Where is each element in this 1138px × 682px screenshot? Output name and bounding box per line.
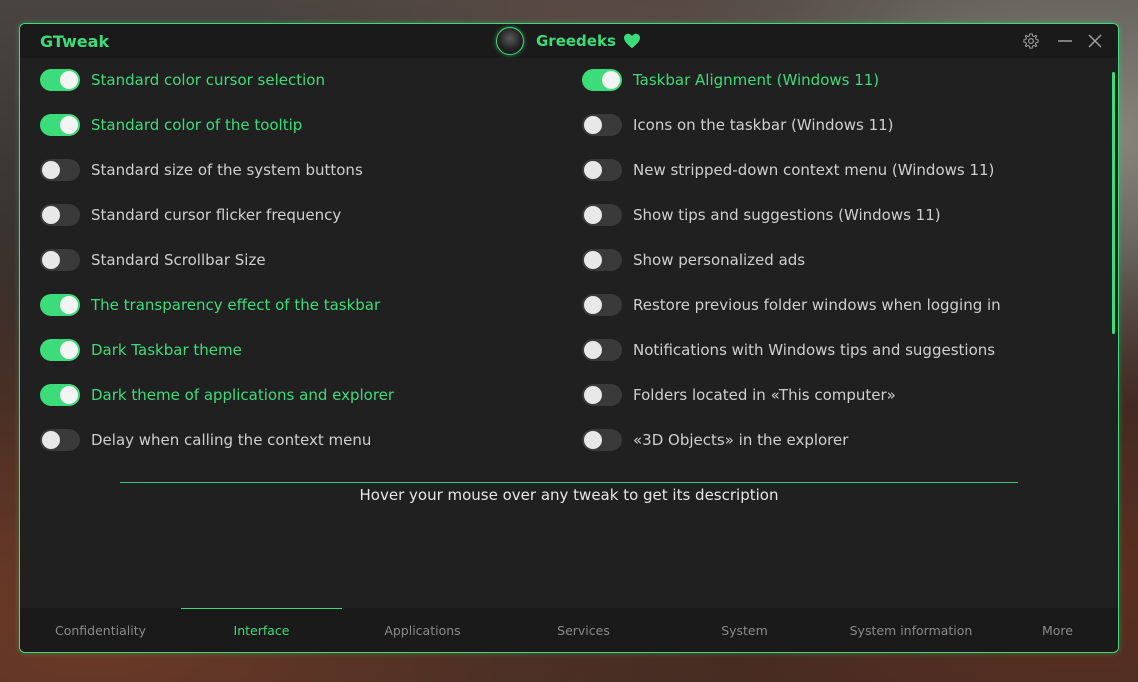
tweak-label[interactable]: The transparency effect of the taskbar (91, 294, 380, 316)
user-name: Greedeks (536, 32, 616, 50)
tweak-toggle[interactable] (582, 204, 622, 226)
tweak-row: Standard Scrollbar Size (40, 249, 394, 294)
tweak-toggle[interactable] (40, 249, 80, 271)
tweak-label[interactable]: Standard color of the tooltip (91, 114, 302, 136)
app-title: GTweak (40, 32, 110, 51)
toggle-knob (60, 116, 78, 134)
user-info: Greedeks (496, 26, 641, 56)
tweak-row: Standard cursor flicker frequency (40, 204, 394, 249)
tweak-label[interactable]: Standard Scrollbar Size (91, 249, 266, 271)
minimize-icon[interactable] (1056, 32, 1074, 50)
tweak-row: «3D Objects» in the explorer (582, 429, 1001, 474)
user-avatar (496, 27, 524, 55)
toggle-knob (584, 296, 602, 314)
tab-services[interactable]: Services (503, 608, 664, 652)
tweak-label[interactable]: Dark Taskbar theme (91, 339, 242, 361)
tweak-row: Icons on the taskbar (Windows 11) (582, 114, 1001, 159)
tab-system-information[interactable]: System information (825, 608, 997, 652)
toggle-knob (60, 296, 78, 314)
tweak-row: Notifications with Windows tips and sugg… (582, 339, 1001, 384)
tweak-toggle[interactable] (40, 159, 80, 181)
tweak-label[interactable]: Icons on the taskbar (Windows 11) (633, 114, 894, 136)
tweak-label[interactable]: «3D Objects» in the explorer (633, 429, 848, 451)
tweak-toggle[interactable] (40, 294, 80, 316)
tweak-toggle[interactable] (40, 429, 80, 451)
tab-confidentiality[interactable]: Confidentiality (20, 608, 181, 652)
tweak-label[interactable]: Standard color cursor selection (91, 69, 325, 91)
tweak-toggle[interactable] (40, 69, 80, 91)
main-window: GTweak Greedeks Standard color cursor se… (19, 23, 1119, 653)
toggle-knob (584, 161, 602, 179)
toggle-knob (60, 341, 78, 359)
tweak-row: Folders located in «This computer» (582, 384, 1001, 429)
tab-system[interactable]: System (664, 608, 825, 652)
toggle-knob (584, 341, 602, 359)
tweak-row: Dark Taskbar theme (40, 339, 394, 384)
toggle-knob (584, 386, 602, 404)
tab-applications[interactable]: Applications (342, 608, 503, 652)
tweak-label[interactable]: Standard size of the system buttons (91, 159, 363, 181)
tweak-toggle[interactable] (40, 384, 80, 406)
gear-icon[interactable] (1022, 32, 1040, 50)
tweak-toggle[interactable] (582, 429, 622, 451)
tweak-label[interactable]: Notifications with Windows tips and sugg… (633, 339, 995, 361)
tweak-row: The transparency effect of the taskbar (40, 294, 394, 339)
toggle-knob (584, 431, 602, 449)
left-tweak-column: Standard color cursor selection Standard … (40, 69, 394, 474)
heart-icon (623, 33, 641, 49)
tweak-row: New stripped-down context menu (Windows … (582, 159, 1001, 204)
tweak-toggle[interactable] (582, 114, 622, 136)
tweak-row: Show personalized ads (582, 249, 1001, 294)
toggle-knob (60, 386, 78, 404)
tweak-label[interactable]: Show tips and suggestions (Windows 11) (633, 204, 941, 226)
vertical-scrollbar[interactable] (1112, 72, 1115, 334)
tweak-toggle[interactable] (582, 69, 622, 91)
tweak-toggle[interactable] (40, 114, 80, 136)
title-bar[interactable]: GTweak Greedeks (20, 24, 1118, 58)
tweak-label[interactable]: Standard cursor flicker frequency (91, 204, 341, 226)
tweak-label[interactable]: Delay when calling the context menu (91, 429, 371, 451)
tweak-row: Taskbar Alignment (Windows 11) (582, 69, 1001, 114)
tweak-label[interactable]: Folders located in «This computer» (633, 384, 896, 406)
tweak-label[interactable]: Restore previous folder windows when log… (633, 294, 1001, 316)
tweak-toggle[interactable] (40, 204, 80, 226)
tweak-row: Restore previous folder windows when log… (582, 294, 1001, 339)
tweak-toggle[interactable] (582, 159, 622, 181)
tab-interface[interactable]: Interface (181, 608, 342, 652)
tweaks-panel: Standard color cursor selection Standard … (20, 58, 1118, 608)
tweak-label[interactable]: Show personalized ads (633, 249, 805, 271)
tweak-row: Dark theme of applications and explorer (40, 384, 394, 429)
tweak-toggle[interactable] (582, 249, 622, 271)
bottom-tab-bar: Confidentiality Interface Applications Serv… (20, 608, 1118, 652)
tweak-row: Standard color cursor selection (40, 69, 394, 114)
toggle-knob (60, 71, 78, 89)
description-divider (120, 482, 1018, 483)
right-tweak-column: Taskbar Alignment (Windows 11) Icons on t… (582, 69, 1001, 474)
toggle-knob (584, 206, 602, 224)
tweak-row: Standard size of the system buttons (40, 159, 394, 204)
tweak-row: Show tips and suggestions (Windows 11) (582, 204, 1001, 249)
toggle-knob (42, 431, 60, 449)
tweak-label[interactable]: Taskbar Alignment (Windows 11) (633, 69, 879, 91)
toggle-knob (42, 251, 60, 269)
tweak-toggle[interactable] (40, 339, 80, 361)
close-icon[interactable] (1086, 32, 1104, 50)
tweak-toggle[interactable] (582, 384, 622, 406)
toggle-knob (42, 206, 60, 224)
tweak-label[interactable]: New stripped-down context menu (Windows … (633, 159, 994, 181)
tweak-toggle[interactable] (582, 339, 622, 361)
toggle-knob (42, 161, 60, 179)
description-hint: Hover your mouse over any tweak to get i… (359, 486, 779, 504)
tab-more[interactable]: More (997, 608, 1118, 652)
toggle-knob (584, 251, 602, 269)
tweak-row: Standard color of the tooltip (40, 114, 394, 159)
toggle-knob (602, 71, 620, 89)
tweak-toggle[interactable] (582, 294, 622, 316)
tweak-label[interactable]: Dark theme of applications and explorer (91, 384, 394, 406)
toggle-knob (584, 116, 602, 134)
tweak-row: Delay when calling the context menu (40, 429, 394, 474)
